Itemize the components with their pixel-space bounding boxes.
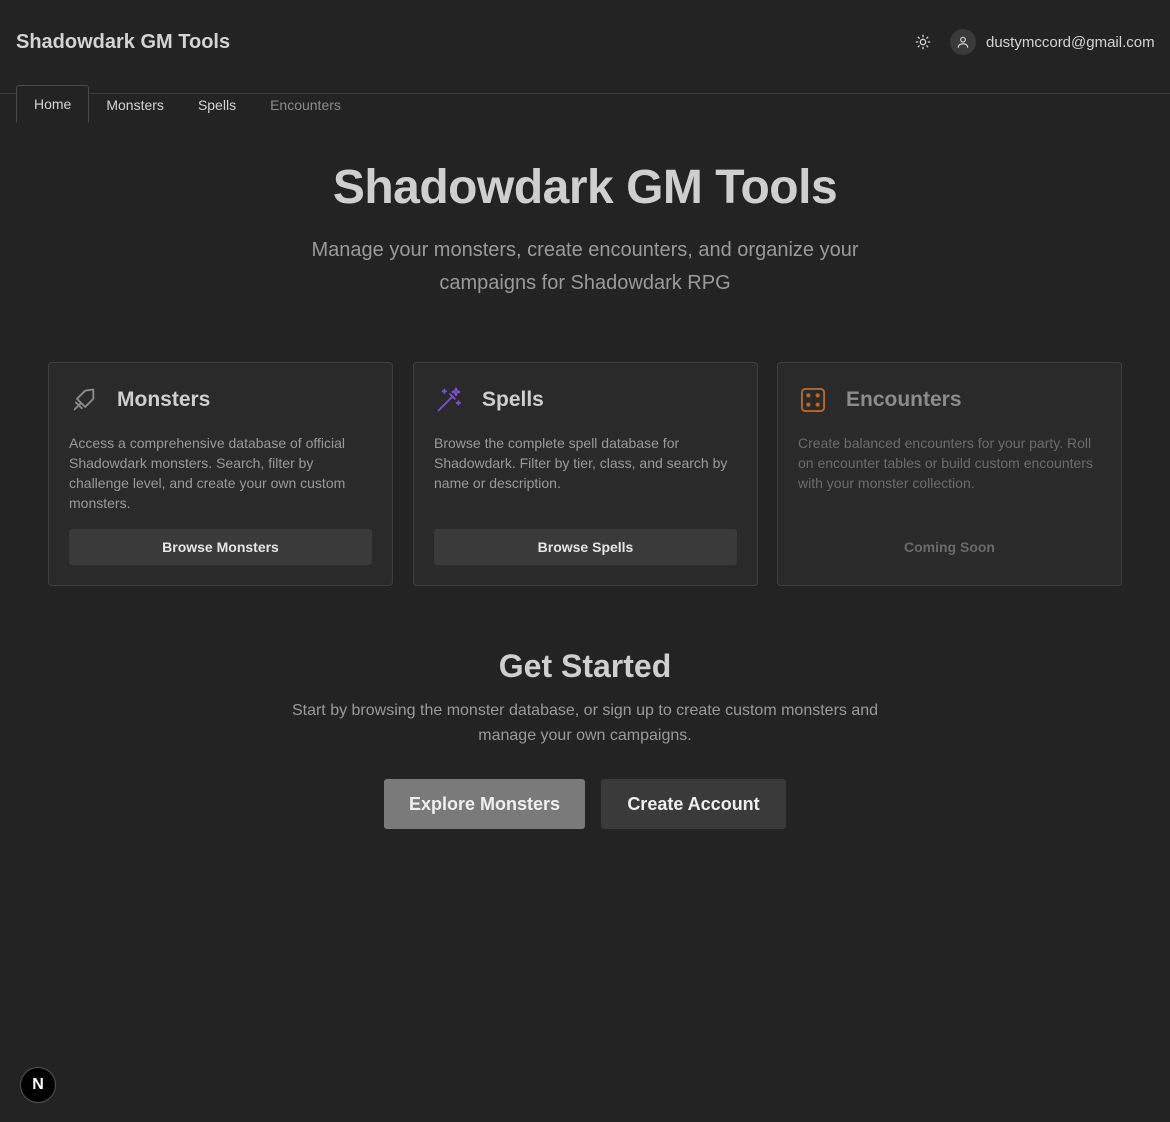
user-menu[interactable]: dustymccord@gmail.com <box>950 28 1155 56</box>
theme-toggle-button[interactable] <box>911 30 935 54</box>
hero-subtitle: Manage your monsters, create encounters,… <box>311 239 859 294</box>
tab-encounters[interactable]: Encounters <box>253 86 358 123</box>
card-header: Monsters <box>69 385 210 415</box>
nextjs-icon[interactable]: N <box>20 1067 56 1103</box>
sun-icon <box>915 34 931 50</box>
card-description: Browse the complete spell database for S… <box>434 435 728 491</box>
get-started-subtitle: Start by browsing the monster database, … <box>291 702 879 744</box>
card-header: Encounters <box>798 385 962 415</box>
monsters-card: Monsters Access a comprehensive database… <box>48 362 393 586</box>
tab-home[interactable]: Home <box>16 85 90 123</box>
hero-title: Shadowdark GM Tools <box>332 161 838 214</box>
card-title: Monsters <box>117 388 211 411</box>
coming-soon-label: Coming Soon <box>904 539 995 555</box>
user-icon <box>957 36 969 48</box>
sword-icon <box>69 385 99 415</box>
tab-monsters[interactable]: Monsters <box>89 86 181 123</box>
avatar <box>950 29 976 55</box>
card-title: Spells <box>482 388 544 411</box>
browse-spells-button[interactable]: Browse Spells <box>434 529 737 565</box>
card-title: Encounters <box>846 388 962 411</box>
dice-icon <box>798 385 828 415</box>
card-description: Access a comprehensive database of offic… <box>69 435 346 511</box>
badge-letter: N <box>32 1076 44 1093</box>
card-description: Create balanced encounters for your part… <box>798 435 1093 491</box>
get-started-title: Get Started <box>498 648 672 684</box>
magic-wand-icon <box>434 385 464 415</box>
tab-spells[interactable]: Spells <box>181 86 253 123</box>
user-email: dustymccord@gmail.com <box>986 33 1155 51</box>
explore-monsters-button[interactable]: Explore Monsters <box>384 779 585 829</box>
main-tabs: Home Monsters Spells Encounters <box>16 85 358 123</box>
encounters-card: Encounters Create balanced encounters fo… <box>777 362 1122 586</box>
card-header: Spells <box>434 385 544 415</box>
browse-monsters-button[interactable]: Browse Monsters <box>69 529 372 565</box>
brand-title[interactable]: Shadowdark GM Tools <box>16 31 230 54</box>
header: Shadowdark GM Tools dustymccord@gmail.co… <box>0 0 1170 86</box>
create-account-button[interactable]: Create Account <box>601 779 786 829</box>
spells-card: Spells Browse the complete spell databas… <box>413 362 758 586</box>
